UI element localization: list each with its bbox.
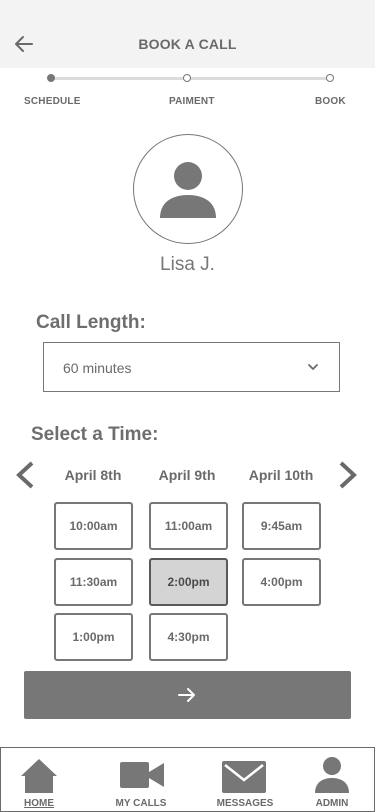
tab-label: MY CALLS — [115, 798, 167, 809]
tab-messages[interactable]: MESSAGES — [213, 748, 277, 811]
date-label: April 9th — [158, 467, 216, 483]
user-icon — [315, 757, 349, 793]
video-camera-icon — [120, 762, 164, 788]
time-slot[interactable]: 11:30am — [54, 558, 133, 606]
next-dates-button[interactable] — [335, 459, 361, 491]
date-label: April 8th — [64, 467, 122, 483]
tab-label: MESSAGES — [216, 798, 274, 809]
step-dot-schedule — [47, 74, 55, 82]
call-length-title: Call Length: — [36, 312, 146, 333]
time-slot-selected[interactable]: 2:00pm — [149, 558, 228, 606]
header: BOOK A CALL — [0, 0, 375, 68]
tab-home[interactable]: HOME — [13, 748, 65, 811]
time-slot[interactable]: 4:30pm — [149, 613, 228, 661]
page-title: BOOK A CALL — [138, 36, 237, 52]
chevron-down-icon — [308, 364, 318, 370]
time-slot[interactable]: 1:00pm — [54, 613, 133, 661]
date-label: April 10th — [248, 467, 314, 483]
bottom-tab-bar: HOME MY CALLS MESSAGES ADMIN — [0, 747, 375, 812]
chevron-left-icon — [16, 461, 34, 489]
user-silhouette-icon — [160, 162, 216, 218]
time-slot[interactable]: 4:00pm — [242, 558, 321, 606]
consultant-name: Lisa J. — [160, 254, 215, 275]
step-dot-book — [326, 74, 334, 82]
step-dot-payment — [183, 74, 191, 82]
continue-button[interactable] — [24, 671, 351, 719]
arrow-right-icon — [178, 688, 195, 702]
tab-label: HOME — [24, 798, 54, 809]
envelope-icon — [222, 761, 266, 793]
step-label-payment: PAIMENT — [169, 96, 215, 107]
step-label-schedule: SCHEDULE — [24, 96, 81, 107]
tab-label: ADMIN — [315, 798, 349, 809]
prev-dates-button[interactable] — [12, 459, 38, 491]
home-icon — [21, 759, 57, 793]
time-slot[interactable]: 10:00am — [54, 502, 133, 550]
time-slot[interactable]: 9:45am — [242, 502, 321, 550]
call-length-select[interactable]: 60 minutes — [43, 342, 340, 392]
chevron-right-icon — [339, 461, 357, 489]
time-slot[interactable]: 11:00am — [149, 502, 228, 550]
step-label-book: BOOK — [315, 96, 346, 107]
select-time-title: Select a Time: — [31, 424, 159, 445]
tab-admin[interactable]: ADMIN — [311, 748, 353, 811]
avatar — [133, 134, 243, 244]
tab-my-calls[interactable]: MY CALLS — [111, 748, 171, 811]
call-length-value: 60 minutes — [63, 360, 132, 376]
